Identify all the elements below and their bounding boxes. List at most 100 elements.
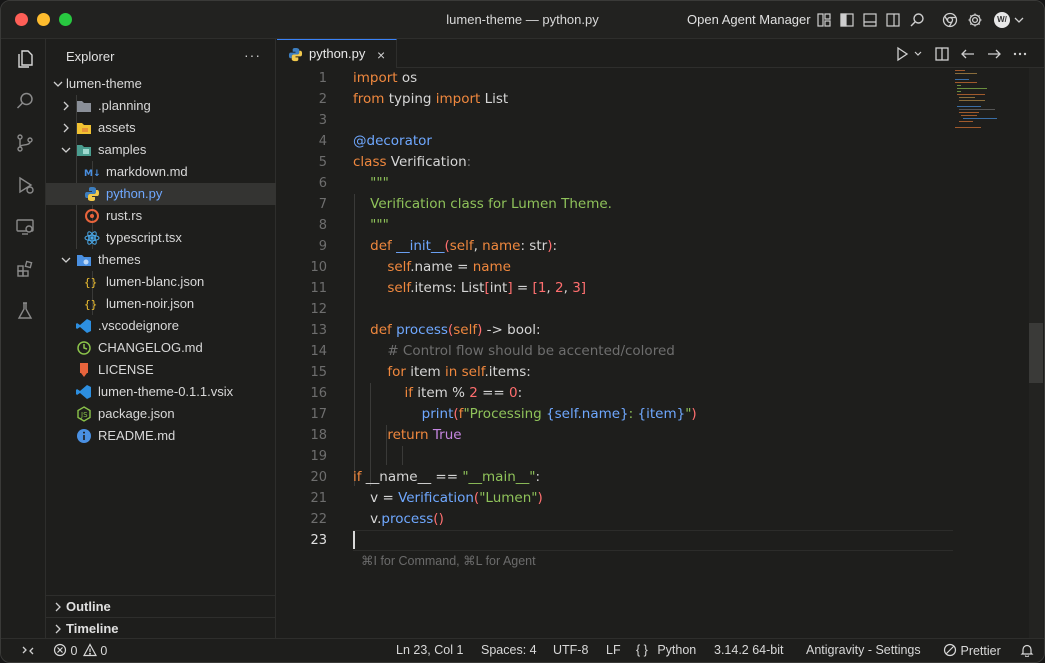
tree-file-markdown[interactable]: M↓ markdown.md xyxy=(46,161,276,183)
info-icon xyxy=(76,428,92,444)
remote-explorer-icon[interactable] xyxy=(15,217,35,237)
chevron-right-icon xyxy=(55,602,61,612)
run-python-icon[interactable] xyxy=(894,46,910,62)
code-line-21: 21 v = Verification("Lumen") xyxy=(277,488,957,509)
tree-file-rust[interactable]: rust.rs xyxy=(46,205,276,227)
run-debug-icon[interactable] xyxy=(15,175,35,195)
tree-file-vsix[interactable]: lumen-theme-0.1.1.vsix xyxy=(46,381,276,403)
line-number: 12 xyxy=(310,302,327,317)
end-of-line[interactable]: LF xyxy=(606,643,621,657)
explorer-more-actions[interactable]: ··· xyxy=(244,47,261,63)
tree-file-changelog[interactable]: CHANGELOG.md xyxy=(46,337,276,359)
code-line-17: 17 print(f"Processing {self.name}: {item… xyxy=(277,404,957,425)
chevron-right-icon xyxy=(63,123,69,133)
search-icon[interactable] xyxy=(909,12,925,28)
tree-folder-samples[interactable]: samples xyxy=(46,139,276,161)
code-line-16: 16 if item % 2 == 0: xyxy=(277,383,957,404)
folder-themes-icon xyxy=(76,252,92,268)
antigravity-settings[interactable]: Antigravity - Settings xyxy=(806,643,921,657)
prettier-formatter[interactable]: Prettier xyxy=(943,643,1001,658)
split-editor-icon[interactable] xyxy=(934,46,950,62)
python-interpreter[interactable]: 3.14.2 64-bit xyxy=(714,643,784,657)
explorer-files-icon[interactable] xyxy=(15,49,35,69)
go-back-arrow-icon[interactable] xyxy=(960,46,976,62)
tree-file-license[interactable]: LICENSE xyxy=(46,359,276,381)
json-file-icon: {} xyxy=(84,274,100,290)
toggle-secondary-sidebar-icon[interactable] xyxy=(885,12,901,28)
error-count: 0 xyxy=(70,644,78,658)
testing-flask-icon[interactable] xyxy=(15,301,35,321)
account-avatar[interactable]: W/ xyxy=(994,12,1010,28)
warning-icon xyxy=(82,643,97,657)
chevron-down-icon xyxy=(61,147,71,153)
code-editor[interactable]: 1 import os 2 from typing import List 3 4 @dec… xyxy=(277,68,1044,638)
source-control-icon[interactable] xyxy=(15,133,35,153)
timeline-section[interactable]: Timeline xyxy=(46,617,276,639)
chevron-down-icon xyxy=(61,257,71,263)
settings-gear-icon[interactable] xyxy=(967,12,983,28)
tree-file-python[interactable]: python.py xyxy=(46,183,276,205)
line-number: 10 xyxy=(310,260,327,275)
search-icon[interactable] xyxy=(15,91,35,111)
code-line-15: 15 for item in self.items: xyxy=(277,362,957,383)
go-forward-arrow-icon[interactable] xyxy=(986,46,1002,62)
remote-indicator-icon[interactable] xyxy=(21,643,35,658)
tree-file-lumen-blanc[interactable]: {} lumen-blanc.json xyxy=(46,271,276,293)
code-line-2: 2 from typing import List xyxy=(277,89,957,110)
title-bar: lumen-theme — python.py Open Agent Manag… xyxy=(1,1,1044,39)
extensions-icon[interactable] xyxy=(15,259,35,279)
minimap[interactable] xyxy=(953,68,1013,128)
language-mode[interactable]: { } Python xyxy=(636,643,696,657)
notifications-bell-icon[interactable] xyxy=(1020,643,1034,658)
cursor-position[interactable]: Ln 23, Col 1 xyxy=(396,643,463,657)
line-number: 22 xyxy=(310,512,327,527)
layout-grid-icon[interactable] xyxy=(816,12,832,28)
tree-file-typescript[interactable]: typescript.tsx xyxy=(46,227,276,249)
tree-root-folder[interactable]: lumen-theme xyxy=(46,73,276,95)
outline-section[interactable]: Outline xyxy=(46,595,276,617)
run-menu-chevron-icon[interactable] xyxy=(910,46,922,62)
scrollbar-thumb[interactable] xyxy=(1029,323,1043,383)
python-file-icon xyxy=(84,186,100,202)
tree-folder-assets[interactable]: assets xyxy=(46,117,276,139)
code-line-18: 18 return True xyxy=(277,425,957,446)
app-window: lumen-theme — python.py Open Agent Manag… xyxy=(0,0,1045,663)
tree-file-lumen-noir[interactable]: {} lumen-noir.json xyxy=(46,293,276,315)
close-tab-icon[interactable]: × xyxy=(377,47,385,63)
line-number: 18 xyxy=(310,428,327,443)
line-number: 11 xyxy=(310,281,327,296)
chevron-right-icon xyxy=(63,101,69,111)
code-line-22: 22 v.process() xyxy=(277,509,957,530)
open-agent-manager-button[interactable]: Open Agent Manager xyxy=(687,12,811,27)
line-number: 14 xyxy=(310,344,327,359)
tree-file-package-json[interactable]: JS package.json xyxy=(46,403,276,425)
line-number: 16 xyxy=(310,386,327,401)
code-line-11: 11 self.items: List[int] = [1, 2, 3] xyxy=(277,278,957,299)
folder-assets-icon xyxy=(76,120,92,136)
tree-file-vscodeignore[interactable]: .vscodeignore xyxy=(46,315,276,337)
chevron-down-icon[interactable] xyxy=(1013,14,1025,26)
line-number: 17 xyxy=(310,407,327,422)
toggle-panel-icon[interactable] xyxy=(862,12,878,28)
vscode-file-icon xyxy=(76,318,92,334)
tree-folder-themes[interactable]: themes xyxy=(46,249,276,271)
tree-file-readme[interactable]: README.md xyxy=(46,425,276,447)
explorer-title: Explorer xyxy=(66,49,115,64)
svg-text:JS: JS xyxy=(80,411,88,419)
line-number: 20 xyxy=(310,470,327,485)
line-number: 15 xyxy=(310,365,327,380)
indentation[interactable]: Spaces: 4 xyxy=(481,643,537,657)
line-number: 9 xyxy=(318,239,327,254)
code-line-8: 8 """ xyxy=(277,215,957,236)
tab-python[interactable]: python.py × xyxy=(277,39,397,68)
toggle-primary-sidebar-icon[interactable] xyxy=(839,12,855,28)
chrome-icon[interactable] xyxy=(942,12,958,28)
code-line-20: 20 if __name__ == "__main__": xyxy=(277,467,957,488)
problems-indicator[interactable]: 0 0 xyxy=(53,643,107,658)
activity-bar xyxy=(1,39,46,638)
line-number: 3 xyxy=(318,113,327,128)
more-actions-icon[interactable] xyxy=(1012,46,1028,62)
tree-folder-planning[interactable]: .planning xyxy=(46,95,276,117)
python-file-icon xyxy=(288,47,303,62)
encoding[interactable]: UTF-8 xyxy=(553,643,588,657)
